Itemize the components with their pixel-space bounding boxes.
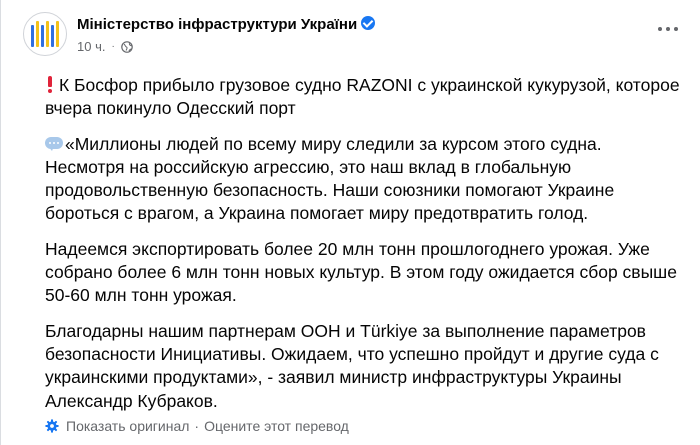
page-name-link[interactable]: Міністерство інфраструктури України (77, 16, 357, 33)
exclamation-icon (47, 76, 53, 93)
more-options-icon[interactable] (654, 20, 682, 38)
paragraph-2-text: «Миллионы людей по всему миру следили за… (45, 133, 615, 224)
globe-icon[interactable] (121, 40, 133, 53)
post-paragraph-4: Благодарны нашим партнерам ООН и Türkiye… (45, 320, 659, 411)
post-paragraph-3: Надеемся экспортировать более 20 млн тон… (45, 238, 677, 306)
post-paragraph-1: К Босфор прибыло грузовое судно RAZONI с… (45, 74, 686, 121)
post-header: Міністерство інфраструктури України 10 ч… (23, 12, 686, 62)
translation-bar: Показать оригинал · Оцените этот перевод (45, 418, 349, 434)
meta-dot: · (111, 41, 115, 52)
post-body: К Босфор прибыло грузовое судно RAZONI с… (45, 74, 686, 425)
post-meta: 10 ч. · (77, 39, 133, 54)
gear-icon[interactable] (45, 419, 59, 433)
page-name-row: Міністерство інфраструктури України (77, 16, 376, 33)
show-original-link[interactable]: Показать оригинал (66, 418, 189, 434)
page-avatar[interactable] (23, 12, 67, 56)
post-paragraph-2: «Миллионы людей по всему миру следили за… (45, 133, 686, 226)
translation-separator: · (194, 418, 200, 434)
paragraph-1-text: К Босфор прибыло грузовое судно RAZONI с… (45, 75, 680, 119)
speech-bubble-icon (45, 136, 63, 152)
verified-badge-icon (361, 16, 376, 30)
rate-translation-link[interactable]: Оцените этот перевод (204, 418, 349, 434)
post-timestamp[interactable]: 10 ч. (77, 39, 105, 54)
facebook-post: Міністерство інфраструктури України 10 ч… (0, 0, 700, 445)
